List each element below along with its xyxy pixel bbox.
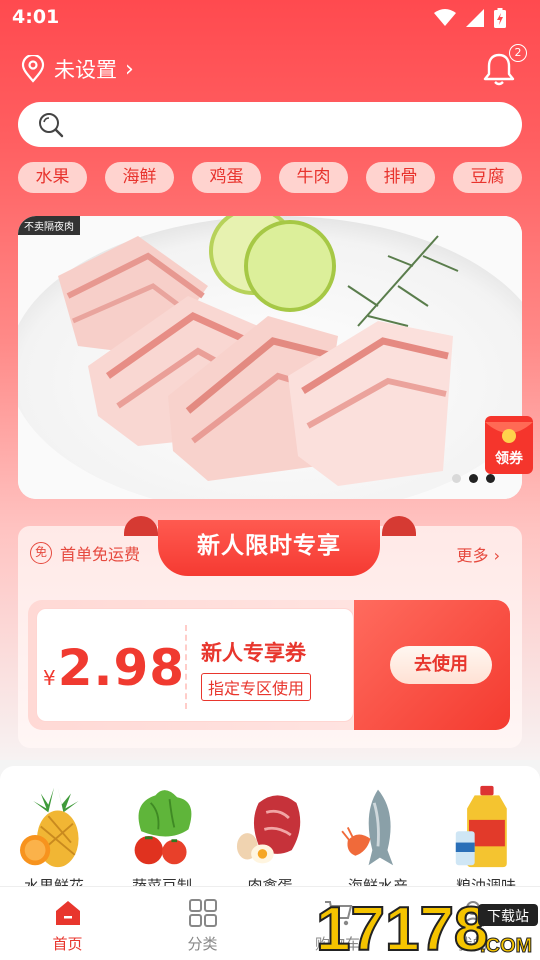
coupon-price: ¥ 2.98 [43,639,185,697]
chip-seafood[interactable]: 海鲜 [105,162,174,193]
pork-belly-image [18,216,522,499]
watermark-number: 17178 [316,895,488,960]
status-bar: 4:01 [0,0,540,36]
search-icon [39,112,64,137]
home-icon [55,901,80,925]
free-shipping-label: 首单免运费 [60,545,141,564]
category-seafood[interactable]: 海鲜水产 [328,784,428,896]
status-time: 4:01 [12,6,60,28]
lettuce-tomato-icon [134,790,192,865]
chip-ribs[interactable]: 排骨 [366,162,435,193]
carousel-dot-active[interactable] [469,474,478,483]
location-pin-icon [21,55,45,83]
search-input[interactable] [74,115,494,134]
coupon-scope: 指定专区使用 [201,673,312,701]
coupon-name: 新人专享券 [201,641,306,665]
promo-title: 新人限时专享 [158,520,380,576]
oil-bottle-icon [455,785,507,868]
pineapple-orange-icon [20,787,79,868]
tab-label: 首页 [52,935,83,953]
tab-home[interactable]: 首页 [0,887,135,960]
grid-icon [188,899,217,927]
site-watermark: 17178 下载站 .COM [315,894,538,960]
free-shipping: 免 首单免运费 [30,541,140,565]
location-selector[interactable]: 未设置 › [20,54,134,84]
promo-banner[interactable]: 不卖隔夜肉 [18,216,522,499]
chip-egg[interactable]: 鸡蛋 [192,162,261,193]
currency-symbol: ¥ [43,666,56,690]
battery-charging-icon [494,8,506,28]
get-coupon-label: 领券 [495,451,523,467]
watermark-suffix: .COM [480,935,532,957]
category-chips: 水果 海鲜 鸡蛋 牛肉 排骨 豆腐 [18,162,522,193]
new-user-promo-card: 新人限时专享 免 首单免运费 更多 › ¥ 2.98 新人专享券 指定专区使用 … [18,516,522,748]
use-coupon-button[interactable]: 去使用 [390,646,492,684]
more-link[interactable]: 更多 › [457,542,501,566]
search-bar[interactable] [18,102,522,147]
fish-shrimp-icon [341,789,394,866]
coupon-amount: 2.98 [57,639,186,697]
coupon-divider [185,625,187,709]
tab-label: 分类 [187,935,218,953]
carousel-dot[interactable] [452,474,461,483]
free-badge-icon: 免 [30,542,52,564]
chip-tofu[interactable]: 豆腐 [453,162,522,193]
product-category-grid: 水果鲜花 蔬菜豆制 肉禽蛋 海鲜水产 [0,766,540,896]
category-meat-eggs[interactable]: 肉禽蛋 [220,784,320,896]
get-coupon-button[interactable]: 领券 [483,414,535,476]
coupon-body: ¥ 2.98 新人专享券 指定专区使用 [36,608,354,722]
tab-category[interactable]: 分类 [135,887,270,960]
coupon-ticket[interactable]: ¥ 2.98 新人专享券 指定专区使用 去使用 [28,600,510,730]
signal-icon [466,9,484,27]
chevron-right-icon: › [125,56,134,82]
notification-badge: 2 [509,44,527,62]
meat-eggs-icon [236,795,301,864]
banner-tag: 不卖隔夜肉 [18,216,80,235]
wifi-icon [434,9,456,26]
watermark-sub: 下载站 [487,909,529,925]
category-vegetables[interactable]: 蔬菜豆制 [112,784,212,896]
coupon-action-area: 去使用 [354,600,510,730]
location-label: 未设置 [54,58,117,82]
category-grain-oil[interactable]: 粮油调味 [436,784,536,896]
category-fruit[interactable]: 水果鲜花 [4,784,104,896]
chip-fruit[interactable]: 水果 [18,162,87,193]
chip-beef[interactable]: 牛肉 [279,162,348,193]
